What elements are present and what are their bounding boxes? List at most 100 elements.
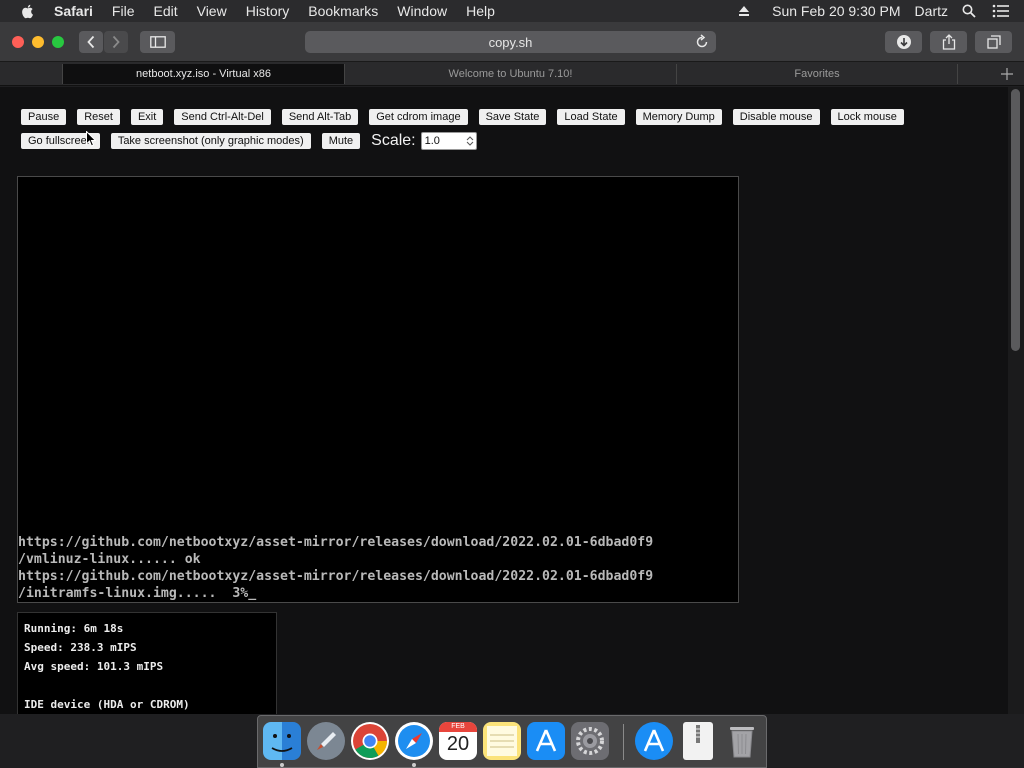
tabs-overview-icon: [986, 35, 1001, 49]
sidebar-toggle-button[interactable]: [140, 31, 175, 53]
speed: Speed: 238.3 mIPS: [24, 641, 137, 654]
dock: FEB 20: [257, 715, 767, 768]
calendar-month: FEB: [439, 722, 477, 732]
reload-icon[interactable]: [694, 34, 710, 50]
minimize-window-button[interactable]: [32, 36, 44, 48]
menu-bookmarks[interactable]: Bookmarks: [308, 3, 378, 19]
send-ctrl-alt-del-button[interactable]: Send Ctrl-Alt-Del: [174, 109, 271, 125]
notification-center-icon[interactable]: [992, 4, 1010, 18]
exit-button[interactable]: Exit: [130, 109, 164, 125]
share-icon: [942, 34, 955, 50]
dock-separator: [623, 724, 624, 760]
rocket-icon: [317, 732, 336, 750]
memory-dump-button[interactable]: Memory Dump: [635, 109, 722, 125]
menu-edit[interactable]: Edit: [153, 3, 177, 19]
app-store-a-icon: [535, 729, 557, 752]
menu-bar: Safari File Edit View History Bookmarks …: [0, 0, 1024, 22]
menu-window[interactable]: Window: [397, 3, 447, 19]
screen-root: Safari File Edit View History Bookmarks …: [0, 0, 1024, 768]
scale-input[interactable]: 1.0: [420, 132, 477, 150]
running-indicator: [280, 763, 284, 767]
reset-button[interactable]: Reset: [77, 109, 120, 125]
safari-icon[interactable]: [395, 722, 433, 760]
web-page: Pause Reset Exit Send Ctrl-Alt-Del Send …: [0, 87, 1008, 714]
take-screenshot-button[interactable]: Take screenshot (only graphic modes): [110, 133, 311, 149]
address-text: copy.sh: [488, 34, 533, 50]
gear-icon: [576, 727, 604, 755]
get-cdrom-image-button[interactable]: Get cdrom image: [369, 109, 468, 125]
new-tab-button[interactable]: [998, 64, 1016, 84]
trash-icon[interactable]: [723, 722, 761, 760]
app-store-icon[interactable]: [527, 722, 565, 760]
document-icon[interactable]: [683, 722, 713, 760]
chrome-logo-icon: [353, 724, 387, 758]
emulator-screen[interactable]: https://github.com/netbootxyz/asset-mirr…: [17, 176, 739, 603]
scale-label: Scale:: [371, 132, 416, 149]
terminal-line: /initramfs-linux.img..... 3%_: [18, 586, 257, 601]
running-indicator: [412, 763, 416, 767]
notes-lines-icon: [487, 726, 517, 756]
menu-clock[interactable]: Sun Feb 20 9:30 PM: [772, 3, 900, 19]
calendar-day: 20: [446, 733, 470, 755]
tab-favorites[interactable]: Favorites: [676, 64, 958, 84]
finder-face-icon: [271, 734, 293, 752]
disable-mouse-button[interactable]: Disable mouse: [732, 109, 820, 125]
zoom-window-button[interactable]: [52, 36, 64, 48]
trash-can-icon: [730, 727, 754, 758]
launchpad-icon[interactable]: [307, 722, 345, 760]
load-state-button[interactable]: Load State: [557, 109, 625, 125]
chrome-icon[interactable]: [351, 722, 389, 760]
system-preferences-icon[interactable]: [571, 722, 609, 760]
lock-mouse-button[interactable]: Lock mouse: [830, 109, 904, 125]
sidebar-icon: [149, 36, 166, 48]
menu-view[interactable]: View: [197, 3, 227, 19]
menu-user[interactable]: Dartz: [915, 3, 948, 19]
stepper-arrows-icon[interactable]: [466, 135, 474, 147]
mute-button[interactable]: Mute: [321, 133, 361, 149]
scale-value: 1.0: [424, 135, 440, 147]
tab-ubuntu-welcome[interactable]: Welcome to Ubuntu 7.10!: [344, 64, 676, 84]
running-time: Running: 6m 18s: [24, 622, 124, 635]
browser-toolbar: copy.sh: [0, 22, 1024, 62]
mouse-cursor-icon: [86, 131, 96, 147]
menu-help[interactable]: Help: [466, 3, 495, 19]
save-state-button[interactable]: Save State: [478, 109, 547, 125]
close-window-button[interactable]: [12, 36, 24, 48]
finder-icon[interactable]: [263, 722, 301, 760]
ide-device-label: IDE device (HDA or CDROM): [24, 698, 190, 711]
pause-button[interactable]: Pause: [21, 109, 67, 125]
app-store-a-icon: [643, 729, 665, 752]
chevron-left-icon: [87, 35, 95, 49]
terminal-line: https://github.com/netbootxyz/asset-mirr…: [18, 569, 654, 584]
eject-icon[interactable]: [738, 5, 750, 17]
spotlight-search-icon[interactable]: [962, 4, 976, 18]
share-button[interactable]: [930, 31, 967, 53]
app-store-download-icon[interactable]: [635, 722, 673, 760]
calendar-icon[interactable]: FEB 20: [439, 722, 477, 760]
menu-history[interactable]: History: [246, 3, 290, 19]
page-scrollbar[interactable]: [1008, 87, 1024, 714]
show-all-tabs-button[interactable]: [975, 31, 1012, 53]
avg-speed: Avg speed: 101.3 mIPS: [24, 660, 164, 673]
tab-label: Welcome to Ubuntu 7.10!: [448, 68, 573, 80]
tab-label: Favorites: [794, 68, 840, 80]
chevron-right-icon: [112, 35, 120, 49]
emulator-status-panel: Running: 6m 18s Speed: 238.3 mIPS Avg spee…: [17, 612, 277, 714]
back-button[interactable]: [79, 31, 103, 53]
menu-file[interactable]: File: [112, 3, 135, 19]
zipper-file-icon: [696, 725, 700, 743]
compass-icon: [398, 725, 430, 757]
controls-row-1: Pause Reset Exit Send Ctrl-Alt-Del Send …: [21, 109, 915, 125]
tab-netboot[interactable]: netboot.xyz.iso - Virtual x86: [62, 64, 344, 84]
notes-icon[interactable]: [483, 722, 521, 760]
terminal-line: https://github.com/netbootxyz/asset-mirr…: [18, 535, 654, 550]
terminal-line: /vmlinuz-linux...... ok: [18, 552, 201, 567]
forward-button[interactable]: [104, 31, 128, 53]
address-bar[interactable]: copy.sh: [305, 31, 716, 53]
send-alt-tab-button[interactable]: Send Alt-Tab: [281, 109, 359, 125]
downloads-button[interactable]: [885, 31, 922, 53]
apple-icon[interactable]: [20, 3, 36, 19]
scrollbar-thumb[interactable]: [1011, 89, 1020, 351]
menu-app-safari[interactable]: Safari: [54, 3, 93, 19]
tab-label: netboot.xyz.iso - Virtual x86: [136, 68, 271, 80]
